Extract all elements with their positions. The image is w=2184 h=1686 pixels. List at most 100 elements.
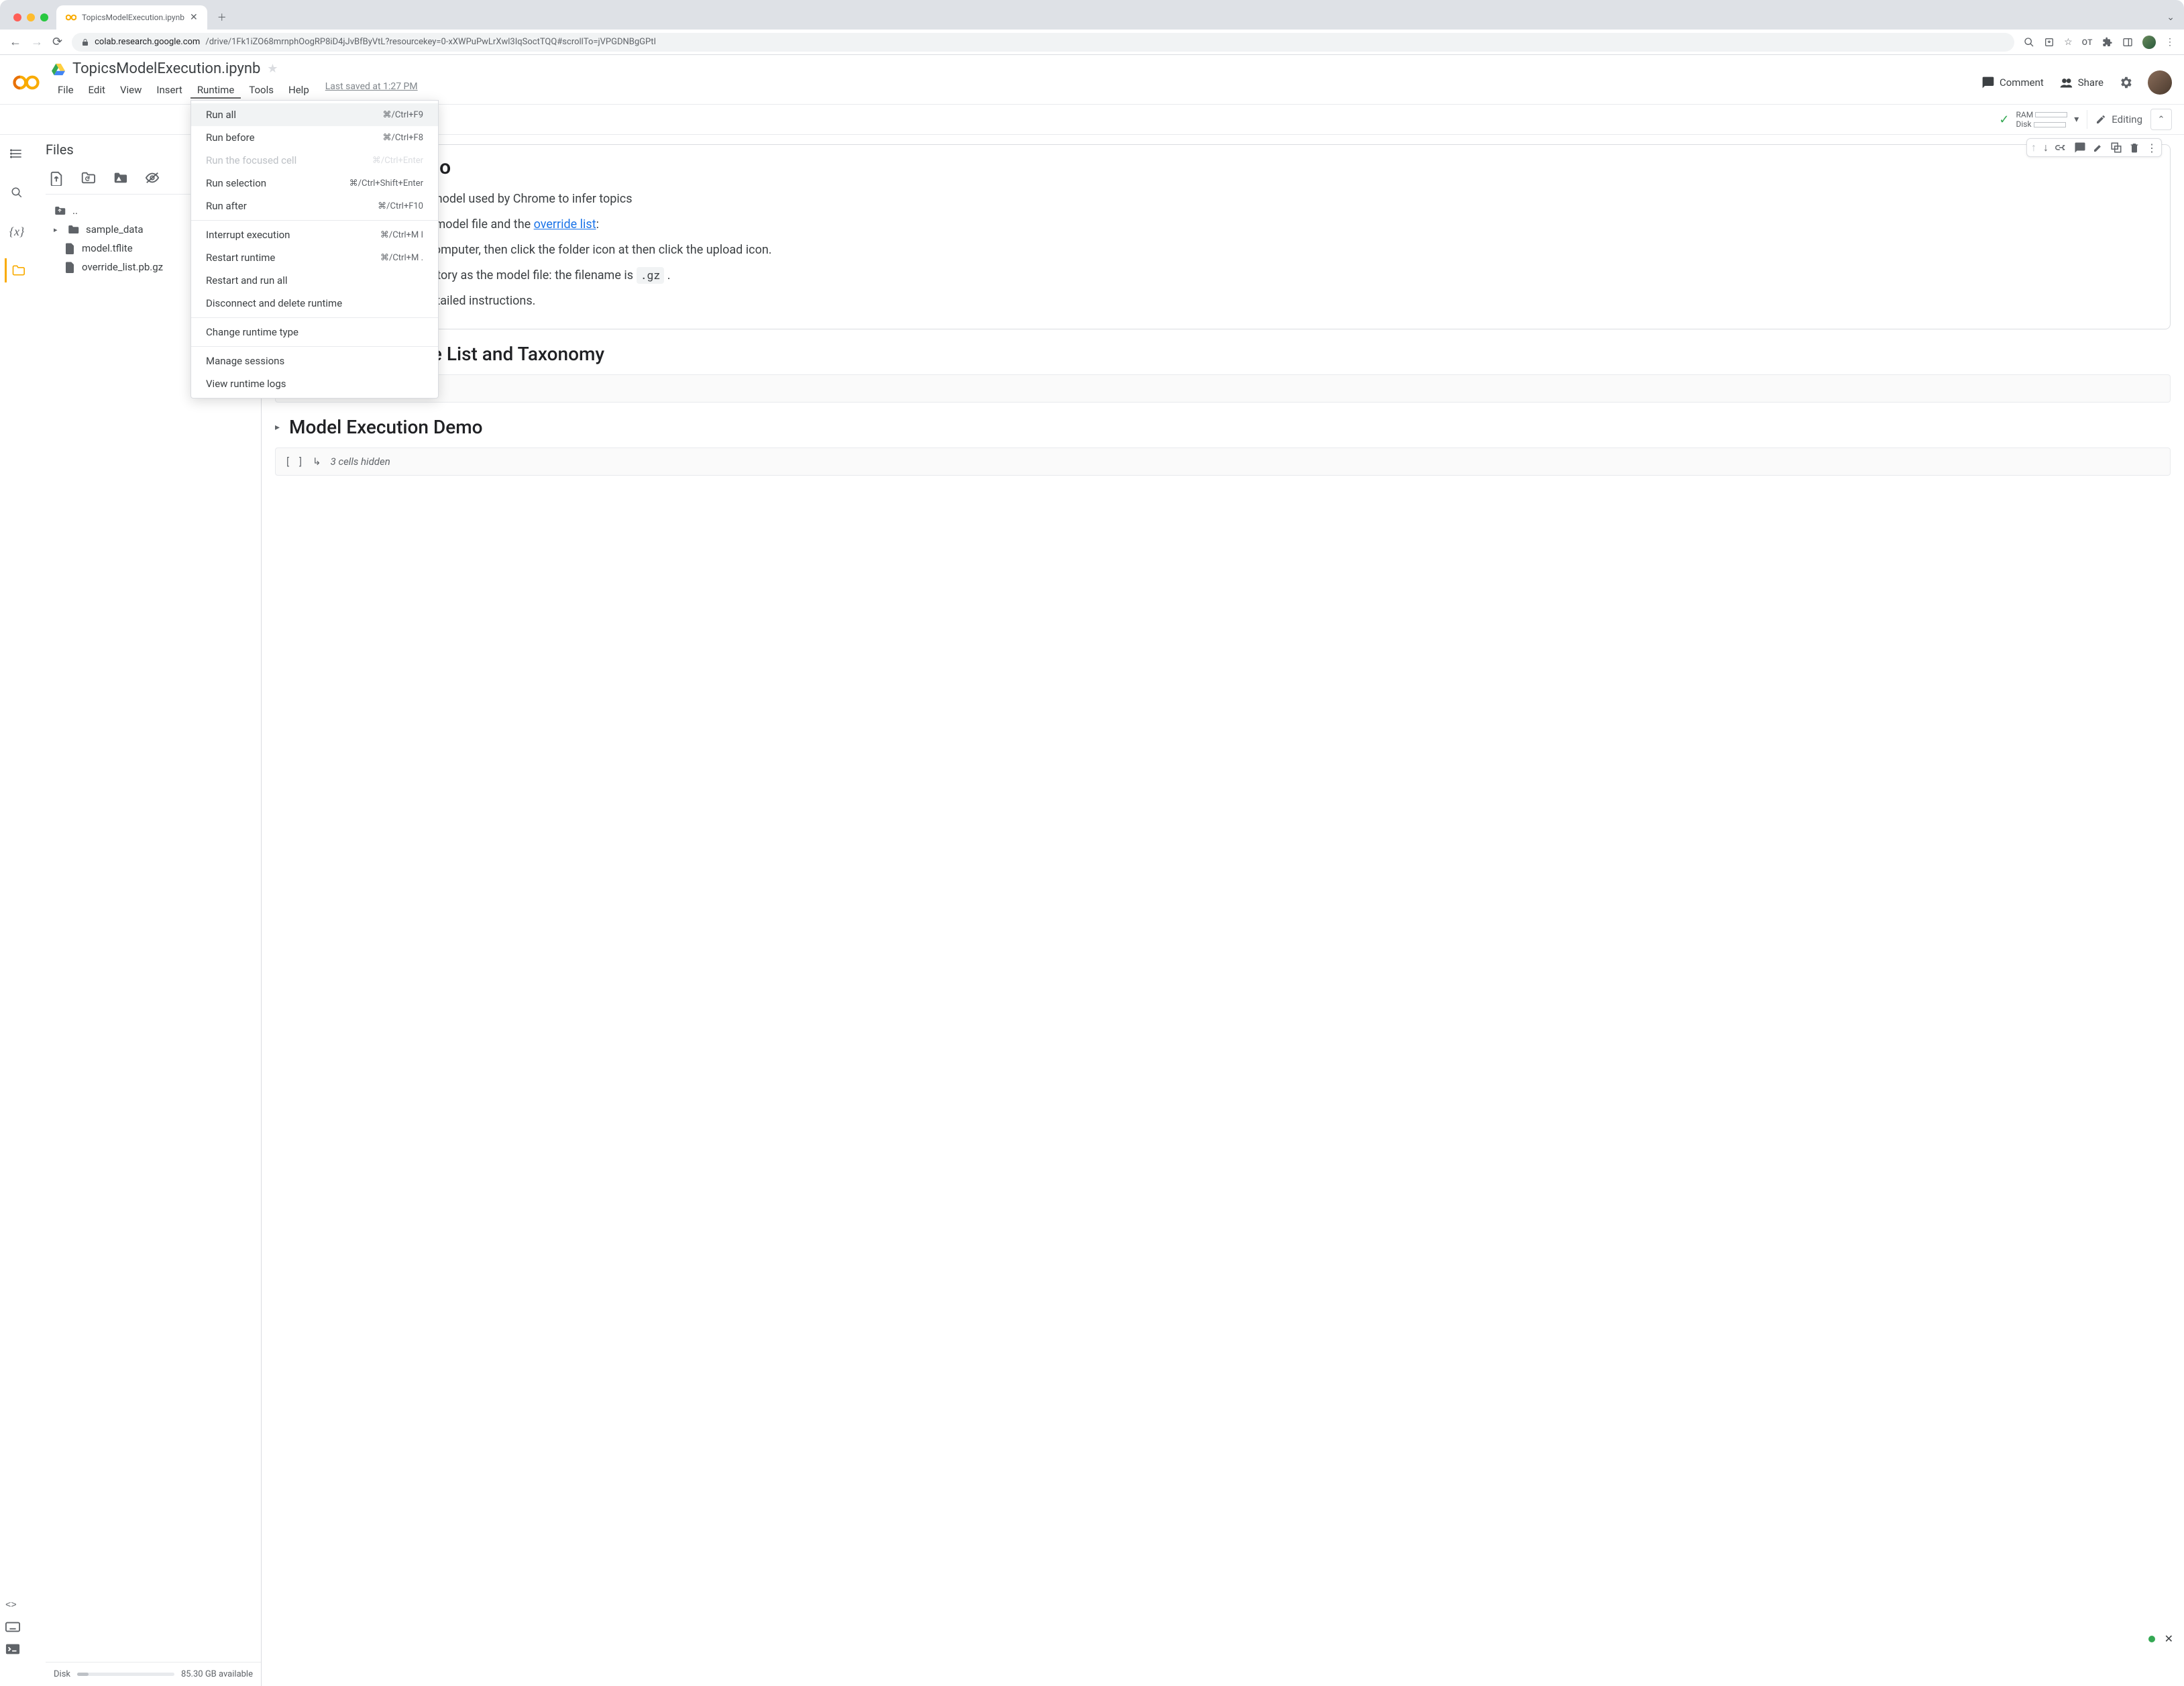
cell-toolbar: ↑ ↓ ⋮ bbox=[2026, 138, 2162, 157]
cell-heading: el Execution Demo bbox=[288, 156, 2158, 179]
search-rail-icon[interactable] bbox=[5, 180, 29, 205]
menu-insert[interactable]: Insert bbox=[150, 81, 188, 99]
section-header-libraries[interactable]: ▸ Libraries, Override List and Taxonomy bbox=[275, 343, 2171, 365]
add-comment-icon[interactable] bbox=[2074, 142, 2086, 154]
cell-menu-icon[interactable]: ⋮ bbox=[2146, 142, 2157, 154]
section-caret-icon[interactable]: ▸ bbox=[275, 422, 280, 433]
arrow-enter-icon: ↳ bbox=[313, 456, 321, 468]
user-avatar[interactable] bbox=[2148, 70, 2172, 95]
profile-avatar-small[interactable] bbox=[2142, 36, 2156, 49]
toc-icon[interactable] bbox=[5, 142, 29, 166]
browser-chrome: TopicsModelExecution.ipynb ✕ ＋ ⌄ ← → ⟳ c… bbox=[0, 0, 2184, 55]
upload-file-icon[interactable] bbox=[50, 171, 63, 186]
menu-item-label: Interrupt execution bbox=[206, 229, 290, 241]
files-rail-icon[interactable] bbox=[5, 258, 29, 282]
runtime-menu-item[interactable]: Run all⌘/Ctrl+F9 bbox=[191, 103, 438, 126]
zoom-icon[interactable] bbox=[2024, 37, 2034, 48]
menu-tools[interactable]: Tools bbox=[242, 81, 280, 99]
menu-shortcut: ⌘/Ctrl+Enter bbox=[372, 156, 423, 166]
disk-usage-bar bbox=[77, 1673, 174, 1676]
tab-close-icon[interactable]: ✕ bbox=[190, 12, 198, 23]
share-button[interactable]: Share bbox=[2059, 76, 2104, 89]
resources-dropdown-icon[interactable]: ▾ bbox=[2074, 114, 2079, 125]
extensions-puzzle-icon[interactable] bbox=[2102, 37, 2113, 48]
address-bar[interactable]: colab.research.google.com/drive/1Fk1iZO6… bbox=[72, 33, 2014, 52]
runtime-menu-item[interactable]: Interrupt execution⌘/Ctrl+M I bbox=[191, 223, 438, 246]
notebook-content: ↑ ↓ ⋮ el Execution Demo o load the Tenso… bbox=[262, 135, 2184, 1686]
variables-icon[interactable]: {x} bbox=[5, 219, 29, 244]
runtime-menu-item[interactable]: Run before⌘/Ctrl+F8 bbox=[191, 126, 438, 149]
move-up-icon[interactable]: ↑ bbox=[2031, 141, 2036, 154]
left-rail: {x} <> bbox=[0, 135, 34, 1686]
window-maximize-button[interactable] bbox=[40, 13, 48, 21]
mount-drive-icon[interactable] bbox=[113, 171, 127, 186]
bottom-status: ✕ bbox=[2148, 1632, 2173, 1645]
menu-runtime[interactable]: Runtime bbox=[190, 81, 241, 99]
document-title[interactable]: TopicsModelExecution.ipynb bbox=[72, 60, 260, 77]
panel-icon[interactable] bbox=[2122, 37, 2133, 48]
runtime-menu-item[interactable]: Disconnect and delete runtime bbox=[191, 292, 438, 315]
text-cell-active[interactable]: ↑ ↓ ⋮ el Execution Demo o load the Tenso… bbox=[275, 144, 2171, 329]
section-title: Model Execution Demo bbox=[289, 416, 483, 438]
browser-tab[interactable]: TopicsModelExecution.ipynb ✕ bbox=[56, 5, 207, 30]
install-icon[interactable] bbox=[2044, 37, 2055, 48]
section-header-model-exec[interactable]: ▸ Model Execution Demo bbox=[275, 416, 2171, 438]
window-minimize-button[interactable] bbox=[27, 13, 35, 21]
hide-icon[interactable] bbox=[145, 171, 160, 186]
menu-item-label: Restart and run all bbox=[206, 274, 288, 286]
comment-button[interactable]: Comment bbox=[1981, 76, 2044, 89]
menu-divider bbox=[191, 317, 438, 318]
editing-label: Editing bbox=[2112, 113, 2142, 125]
delete-trash-icon[interactable] bbox=[2129, 142, 2140, 154]
menu-edit[interactable]: Edit bbox=[82, 81, 112, 99]
code-icon[interactable]: <> bbox=[5, 1600, 20, 1611]
runtime-menu-item[interactable]: Change runtime type bbox=[191, 321, 438, 344]
override-list-link[interactable]: override list bbox=[534, 217, 596, 231]
window-close-button[interactable] bbox=[13, 13, 21, 21]
status-close-icon[interactable]: ✕ bbox=[2165, 1632, 2173, 1645]
runtime-menu-item[interactable]: Run after ⌘/Ctrl+F10 bbox=[191, 195, 438, 217]
refresh-folder-icon[interactable] bbox=[80, 171, 95, 186]
menu-item-label: Run before bbox=[206, 131, 255, 144]
link-icon[interactable] bbox=[2055, 143, 2067, 152]
keyboard-icon[interactable] bbox=[5, 1622, 20, 1632]
terminal-icon[interactable] bbox=[5, 1643, 20, 1655]
menu-item-label: Run selection bbox=[206, 177, 266, 189]
edit-pencil-icon[interactable] bbox=[2093, 142, 2104, 153]
resources-indicator[interactable]: ✓ RAM Disk ▾ bbox=[1999, 110, 2079, 129]
menu-file[interactable]: File bbox=[51, 81, 80, 99]
last-saved-label[interactable]: Last saved at 1:27 PM bbox=[325, 81, 418, 99]
mirror-cell-icon[interactable] bbox=[2110, 142, 2122, 154]
settings-gear-icon[interactable] bbox=[2118, 75, 2133, 90]
runtime-menu-item[interactable]: Restart runtime⌘/Ctrl+M . bbox=[191, 246, 438, 269]
new-tab-button[interactable]: ＋ bbox=[213, 8, 231, 27]
hidden-cells-row[interactable]: [ ] ↳ 10 cells hidden bbox=[275, 374, 2171, 403]
menu-shortcut: ⌘/Ctrl+F10 bbox=[378, 201, 423, 211]
runtime-menu-item[interactable]: Restart and run all bbox=[191, 269, 438, 292]
menu-item-label: Run after bbox=[206, 200, 247, 212]
toc-toggle-button[interactable]: ⌃ bbox=[2150, 109, 2172, 130]
disk-footer: Disk 85.30 GB available bbox=[46, 1662, 261, 1686]
back-button[interactable]: ← bbox=[9, 35, 21, 49]
editing-mode-button[interactable]: Editing bbox=[2095, 113, 2142, 125]
colab-logo-icon[interactable] bbox=[12, 68, 40, 97]
address-bar-row: ← → ⟳ colab.research.google.com/drive/1F… bbox=[0, 30, 2184, 55]
bookmark-star-icon[interactable]: ☆ bbox=[2064, 37, 2073, 48]
runtime-menu-item[interactable]: Run selection⌘/Ctrl+Shift+Enter bbox=[191, 172, 438, 195]
menu-view[interactable]: View bbox=[113, 81, 148, 99]
chrome-menu-icon[interactable]: ⋮ bbox=[2165, 37, 2175, 48]
colab-header: TopicsModelExecution.ipynb ★ FileEditVie… bbox=[0, 55, 2184, 105]
runtime-menu-item[interactable]: Manage sessions bbox=[191, 350, 438, 372]
hidden-cells-row[interactable]: [ ] ↳ 3 cells hidden bbox=[275, 447, 2171, 476]
runtime-dropdown[interactable]: Run all⌘/Ctrl+F9Run before⌘/Ctrl+F8Run t… bbox=[190, 100, 439, 399]
reload-button[interactable]: ⟳ bbox=[52, 35, 62, 49]
star-icon[interactable]: ★ bbox=[267, 62, 278, 76]
menu-item-label: Restart runtime bbox=[206, 252, 275, 264]
menu-help[interactable]: Help bbox=[282, 81, 316, 99]
tabs-overflow-icon[interactable]: ⌄ bbox=[2167, 12, 2175, 23]
move-down-icon[interactable]: ↓ bbox=[2043, 141, 2049, 154]
forward-button[interactable]: → bbox=[31, 35, 43, 49]
share-label: Share bbox=[2078, 76, 2104, 89]
runtime-menu-item[interactable]: View runtime logs bbox=[191, 372, 438, 395]
profile-badge[interactable]: OT bbox=[2082, 38, 2093, 47]
